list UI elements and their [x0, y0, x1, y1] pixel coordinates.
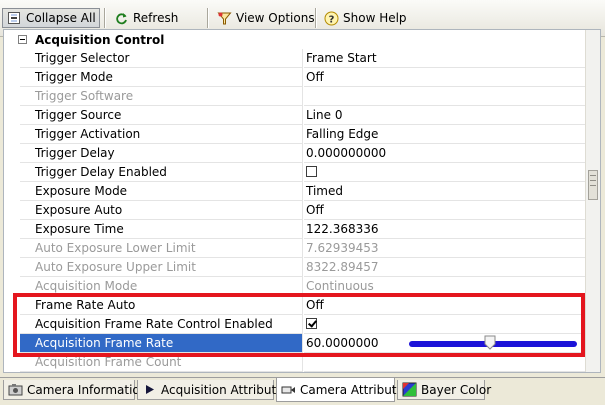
- property-row[interactable]: Trigger Delay 0.000000000: [4, 144, 586, 163]
- tab-bayer-color[interactable]: Bayer Color: [397, 380, 491, 400]
- property-value[interactable]: 0.000000000: [304, 144, 586, 163]
- show-help-label: Show Help: [343, 11, 407, 25]
- property-name: Trigger Delay Enabled: [20, 163, 303, 182]
- property-name: Acquisition Frame Rate Control Enabled: [20, 315, 303, 334]
- toolbar-separator: [315, 8, 317, 28]
- svg-text:?: ?: [329, 14, 335, 25]
- bayer-color-icon: [402, 382, 417, 397]
- property-row[interactable]: Trigger Software: [4, 87, 586, 106]
- property-name: Exposure Time: [20, 220, 303, 239]
- toolbar-separator: [104, 8, 106, 28]
- tab-bar: Camera Information Acquisition Attribute…: [0, 377, 605, 405]
- property-value: [304, 353, 586, 372]
- category-acquisition-control[interactable]: Acquisition Control: [4, 30, 586, 49]
- refresh-button[interactable]: Refresh: [110, 8, 202, 28]
- property-row[interactable]: Acquisition Mode Continuous: [4, 277, 586, 296]
- scrollbar-thumb[interactable]: [588, 170, 598, 200]
- property-row[interactable]: Frame Rate Auto Off: [4, 296, 586, 315]
- camera-icon: [8, 382, 23, 397]
- tab-acquisition-attributes[interactable]: Acquisition Attributes: [137, 380, 290, 400]
- show-help-button[interactable]: ? Show Help: [320, 8, 408, 28]
- property-name: Trigger Mode: [20, 68, 303, 87]
- view-options-label: View Options: [236, 11, 315, 25]
- property-row[interactable]: Exposure Time 122.368336: [4, 220, 586, 239]
- property-row[interactable]: Exposure Auto Off: [4, 201, 586, 220]
- property-name: Acquisition Mode: [20, 277, 303, 296]
- property-value[interactable]: [304, 315, 586, 334]
- refresh-icon: [114, 11, 129, 26]
- help-icon: ?: [324, 11, 339, 26]
- checkbox-checked[interactable]: [306, 318, 317, 329]
- tab-label: Bayer Color: [421, 382, 492, 397]
- property-name: Acquisition Frame Count: [20, 353, 303, 372]
- tab-label: Camera Attributes: [300, 382, 411, 397]
- vertical-scrollbar[interactable]: [585, 30, 600, 372]
- checkbox-unchecked[interactable]: [306, 166, 317, 177]
- property-name: Trigger Activation: [20, 125, 303, 144]
- property-name: Trigger Selector: [20, 49, 303, 68]
- property-value: 7.62939453: [304, 239, 586, 258]
- property-value: Continuous: [304, 277, 586, 296]
- play-arrow-icon: [142, 382, 157, 397]
- property-row[interactable]: Trigger Delay Enabled: [4, 163, 586, 182]
- property-row[interactable]: Trigger Mode Off: [4, 68, 586, 87]
- property-value[interactable]: Off: [304, 201, 586, 220]
- collapse-all-label: Collapse All: [26, 11, 96, 25]
- refresh-label: Refresh: [133, 11, 179, 25]
- property-value[interactable]: Frame Start: [304, 49, 586, 68]
- property-value[interactable]: [304, 163, 586, 182]
- tab-label: Acquisition Attributes: [161, 382, 290, 397]
- property-value: 8322.89457: [304, 258, 586, 277]
- property-row[interactable]: Acquisition Frame Count: [4, 353, 586, 372]
- collapse-minus-icon[interactable]: [18, 35, 27, 44]
- camera-link-icon: [281, 382, 296, 397]
- property-value[interactable]: Timed: [304, 182, 586, 201]
- tab-label: Camera Information: [27, 382, 148, 397]
- property-name: Trigger Source: [20, 106, 303, 125]
- property-value[interactable]: 122.368336: [304, 220, 586, 239]
- toolbar-separator: [207, 8, 209, 28]
- tab-camera-attributes[interactable]: Camera Attributes: [276, 378, 410, 402]
- property-name: Exposure Mode: [20, 182, 303, 201]
- property-row[interactable]: Trigger Source Line 0: [4, 106, 586, 125]
- property-name: Trigger Delay: [20, 144, 303, 163]
- property-row[interactable]: Exposure Mode Timed: [4, 182, 586, 201]
- property-value: [304, 87, 586, 106]
- property-row[interactable]: Acquisition Frame Rate Control Enabled: [4, 315, 586, 334]
- property-name: Auto Exposure Upper Limit: [20, 258, 303, 277]
- tab-camera-information[interactable]: Camera Information: [3, 380, 147, 400]
- property-row[interactable]: Trigger Activation Falling Edge: [4, 125, 586, 144]
- property-row[interactable]: Auto Exposure Lower Limit 7.62939453: [4, 239, 586, 258]
- frame-rate-slider-thumb[interactable]: [484, 335, 496, 350]
- category-label: Acquisition Control: [35, 32, 165, 47]
- filter-icon: [217, 11, 232, 26]
- property-row[interactable]: Auto Exposure Upper Limit 8322.89457: [4, 258, 586, 277]
- property-value[interactable]: Off: [304, 296, 586, 315]
- property-value[interactable]: Line 0: [304, 106, 586, 125]
- view-options-button[interactable]: View Options: [213, 8, 315, 28]
- property-name: Auto Exposure Lower Limit: [20, 239, 303, 258]
- property-value[interactable]: Off: [304, 68, 586, 87]
- property-name: Trigger Software: [20, 87, 303, 106]
- property-name: Frame Rate Auto: [20, 296, 303, 315]
- property-row[interactable]: Trigger Selector Frame Start: [4, 49, 586, 68]
- collapse-all-icon: [7, 11, 22, 26]
- property-value[interactable]: Falling Edge: [304, 125, 586, 144]
- property-name: Acquisition Frame Rate: [20, 334, 303, 353]
- property-name: Exposure Auto: [20, 201, 303, 220]
- property-grid: Acquisition Control Trigger Selector Fram…: [3, 29, 601, 373]
- collapse-all-button[interactable]: Collapse All: [2, 8, 100, 28]
